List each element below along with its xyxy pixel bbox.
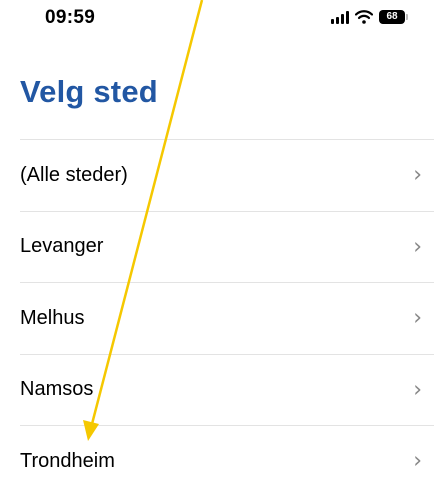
status-icons: 68 [331, 9, 408, 25]
list-item-label: (Alle steder) [20, 163, 128, 186]
list-item-melhus[interactable]: Melhus › [20, 282, 434, 354]
place-list: (Alle steder) › Levanger › Melhus › Nams… [20, 139, 434, 496]
cellular-signal-icon [331, 10, 349, 24]
list-item-alle-steder[interactable]: (Alle steder) › [20, 139, 434, 211]
battery-level: 68 [386, 11, 398, 22]
list-item-trondheim[interactable]: Trondheim › [20, 425, 434, 496]
chevron-right-icon: › [413, 305, 422, 331]
list-item-label: Namsos [20, 378, 94, 401]
list-item-label: Trondheim [20, 449, 115, 472]
chevron-right-icon: › [413, 377, 422, 403]
list-item-levanger[interactable]: Levanger › [20, 210, 434, 283]
list-item-namsos[interactable]: Namsos › [20, 353, 434, 426]
status-time: 09:59 [45, 7, 96, 28]
chevron-right-icon: › [413, 162, 422, 188]
list-item-label: Melhus [20, 306, 85, 329]
wifi-icon [355, 10, 373, 24]
page-title: Velg sted [20, 74, 158, 109]
list-item-label: Levanger [20, 235, 104, 258]
chevron-right-icon: › [413, 448, 422, 474]
battery-icon: 68 [379, 10, 408, 24]
chevron-right-icon: › [413, 234, 422, 260]
status-bar: 09:59 68 [0, 0, 434, 40]
